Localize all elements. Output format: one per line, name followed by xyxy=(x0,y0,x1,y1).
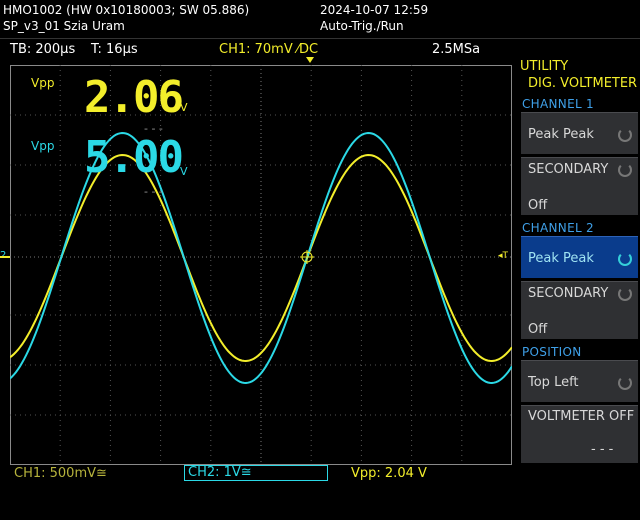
voltmeter-off-label: VOLTMETER OFF xyxy=(528,409,635,424)
ch1-measure-label: Peak Peak xyxy=(528,127,594,142)
section-position: POSITION xyxy=(522,345,582,359)
voltmeter-off-sub: - - - xyxy=(591,442,614,457)
datetime: 2024-10-07 12:59 xyxy=(320,3,429,17)
ch2-vpp-label: Vpp xyxy=(31,139,55,153)
ch2-measure-button[interactable]: Peak Peak xyxy=(521,236,638,278)
ch1-trigger-level[interactable]: CH1: 70mV ⁄DC xyxy=(219,42,318,58)
position-button[interactable]: Top Left xyxy=(521,360,638,402)
ch1-ground-marker xyxy=(0,256,10,258)
voltmeter-off-button[interactable]: VOLTMETER OFF - - - xyxy=(521,405,638,463)
ch2-secondary-value: Off xyxy=(528,322,548,337)
section-channel-1: CHANNEL 1 xyxy=(522,97,594,111)
ch1-secondary-label: SECONDARY xyxy=(528,162,609,177)
timebase[interactable]: TB: 200µs xyxy=(10,42,75,58)
ch1-scale[interactable]: CH1: 500mV≅ xyxy=(14,466,107,482)
position-value: Top Left xyxy=(528,375,579,390)
ch2-scale[interactable]: CH2: 1V≅ xyxy=(184,465,328,481)
trigger-time[interactable]: T: 16µs xyxy=(91,42,138,58)
ch2-secondary-button[interactable]: SECONDARY Off xyxy=(521,281,638,339)
ch1-secondary-button[interactable]: SECONDARY Off xyxy=(521,157,638,215)
trigger-mode: Auto-Trig./Run xyxy=(320,19,404,33)
trigger-level-marker: ◂T xyxy=(498,251,509,261)
ch2-vpp-value: 5.00 xyxy=(84,132,184,183)
ch1-vpp-label: Vpp xyxy=(31,76,55,90)
ch1-secondary-value: Off xyxy=(528,198,548,213)
rotary-knob-icon xyxy=(618,163,632,177)
rotary-knob-icon xyxy=(618,376,632,390)
section-channel-2: CHANNEL 2 xyxy=(522,221,594,235)
trigger-position-marker xyxy=(306,57,314,63)
rotary-knob-icon xyxy=(618,128,632,142)
ch1-vpp-value: 2.06 xyxy=(84,72,184,123)
ch2-vpp-unit: V xyxy=(180,165,188,178)
waveform-display[interactable] xyxy=(10,65,512,465)
ch1-measure-button[interactable]: Peak Peak xyxy=(521,112,638,154)
sample-rate: 2.5MSa xyxy=(432,42,481,57)
ch2-measure-label: Peak Peak xyxy=(528,251,594,266)
ch2-secondary-label: SECONDARY xyxy=(528,286,609,301)
vpp-measurement: Vpp: 2.04 V xyxy=(351,466,427,481)
menu-subtitle: DIG. VOLTMETER xyxy=(528,76,638,91)
menu-title: UTILITY xyxy=(520,59,569,74)
device-info: HMO1002 (HW 0x10180003; SW 05.886) xyxy=(3,3,250,17)
rotary-knob-icon xyxy=(618,287,632,301)
status-divider xyxy=(0,38,640,39)
ch1-vpp-unit: V xyxy=(180,101,188,114)
ch2-secondary-placeholder: - - - xyxy=(144,185,163,198)
rotary-knob-icon xyxy=(618,252,632,266)
file-name: SP_v3_01 Szia Uram xyxy=(3,19,125,33)
